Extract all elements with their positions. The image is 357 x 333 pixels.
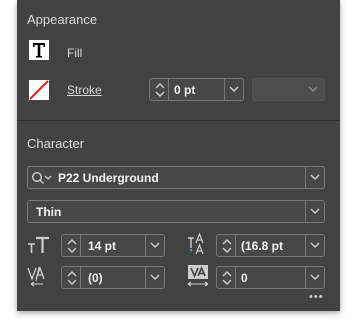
stepper-arrows-icon bbox=[67, 239, 77, 253]
chevron-down-icon bbox=[310, 242, 320, 248]
font-size-icon bbox=[28, 236, 49, 253]
section-divider bbox=[17, 120, 340, 121]
character-section-title: Character bbox=[27, 136, 85, 151]
search-icon bbox=[31, 171, 52, 184]
font-style-value: Thin bbox=[36, 205, 62, 219]
chevron-down-icon bbox=[229, 86, 239, 92]
stepper-arrows-icon bbox=[155, 83, 165, 97]
font-size-stepper[interactable] bbox=[64, 235, 81, 256]
leading-stepper[interactable] bbox=[219, 235, 236, 256]
tracking-value: 0 bbox=[241, 271, 248, 285]
appearance-section-title: Appearance bbox=[27, 12, 98, 27]
leading-dropdown[interactable] bbox=[305, 235, 324, 256]
fill-label: Fill bbox=[67, 46, 83, 60]
tracking-dropdown[interactable] bbox=[305, 267, 324, 288]
stepper-arrows-icon bbox=[222, 271, 232, 285]
font-family-field[interactable]: P22 Underground bbox=[27, 166, 325, 189]
stroke-weight-dropdown[interactable] bbox=[224, 79, 243, 100]
stroke-style-dropdown[interactable] bbox=[252, 78, 325, 101]
stroke-weight-field[interactable]: 0 pt bbox=[149, 78, 244, 101]
kerning-icon bbox=[27, 266, 45, 287]
stroke-weight-value: 0 pt bbox=[174, 83, 196, 97]
kerning-stepper[interactable] bbox=[64, 267, 81, 288]
chevron-down-icon bbox=[150, 242, 160, 248]
kerning-value: (0) bbox=[88, 271, 103, 285]
chevron-down-icon bbox=[150, 274, 160, 280]
stroke-label[interactable]: Stroke bbox=[67, 83, 102, 97]
font-family-dropdown[interactable] bbox=[305, 167, 324, 188]
tracking-stepper[interactable] bbox=[219, 267, 236, 288]
stepper-arrows-icon bbox=[67, 271, 77, 285]
chevron-down-icon bbox=[310, 274, 320, 280]
stroke-none-icon bbox=[29, 80, 49, 100]
chevron-down-icon bbox=[310, 174, 320, 180]
font-size-dropdown[interactable] bbox=[145, 235, 164, 256]
font-style-field[interactable]: Thin bbox=[27, 200, 325, 223]
more-options-button[interactable]: ••• bbox=[309, 291, 324, 303]
fill-swatch-icon[interactable] bbox=[29, 40, 49, 60]
font-style-dropdown[interactable] bbox=[305, 201, 324, 222]
tracking-field[interactable]: 0 bbox=[216, 266, 325, 289]
kerning-field[interactable]: (0) bbox=[61, 266, 165, 289]
stepper-arrows-icon bbox=[222, 239, 232, 253]
leading-value: (16.8 pt bbox=[241, 239, 284, 253]
tracking-icon bbox=[187, 265, 209, 287]
font-size-field[interactable]: 14 pt bbox=[61, 234, 165, 257]
leading-field[interactable]: (16.8 pt bbox=[216, 234, 325, 257]
chevron-down-icon bbox=[310, 208, 320, 214]
font-family-value: P22 Underground bbox=[58, 171, 159, 185]
properties-panel: Appearance Fill Stroke 0 pt Character P2… bbox=[17, 0, 340, 311]
kerning-dropdown[interactable] bbox=[145, 267, 164, 288]
leading-icon bbox=[188, 232, 204, 255]
text-fill-icon bbox=[33, 43, 45, 58]
stroke-swatch-icon[interactable] bbox=[29, 80, 49, 100]
font-size-value: 14 pt bbox=[88, 239, 117, 253]
chevron-down-icon bbox=[308, 86, 318, 92]
stroke-weight-stepper[interactable] bbox=[152, 79, 169, 100]
